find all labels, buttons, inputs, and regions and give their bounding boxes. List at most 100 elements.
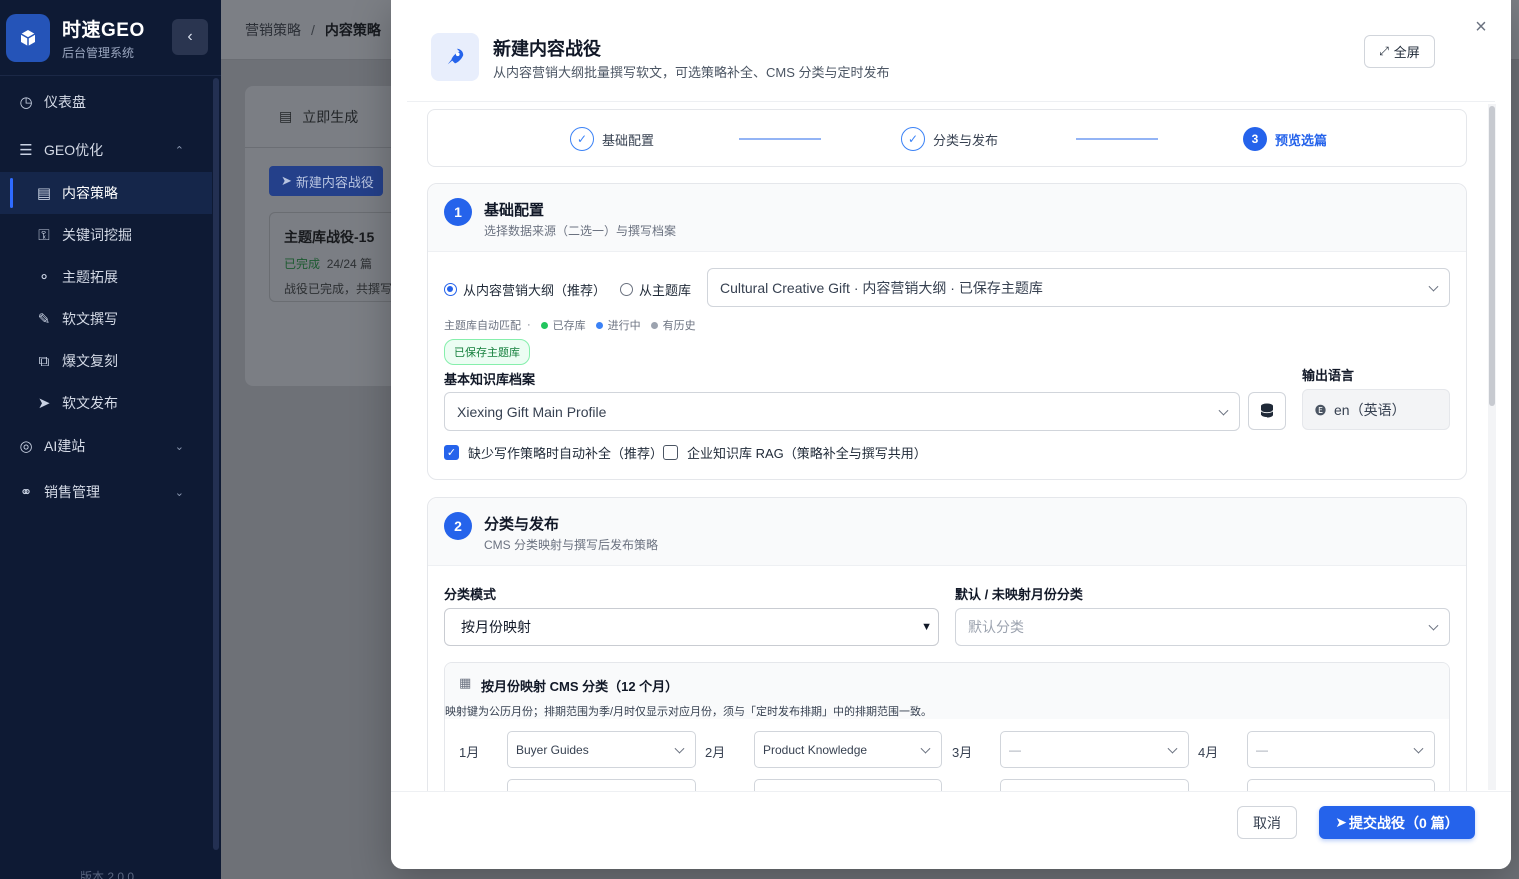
- month-category-select[interactable]: [754, 779, 942, 791]
- sidebar-item-content-strategy[interactable]: ▤ 内容策略: [0, 172, 212, 214]
- breadcrumb-separator: /: [311, 21, 315, 38]
- checkbox-label: 企业知识库 RAG（策略补全与撰写共用）: [687, 446, 927, 461]
- month-category-select[interactable]: —: [1000, 731, 1189, 768]
- legend-item: 已存库: [552, 320, 586, 332]
- new-campaign-button[interactable]: ➤ 新建内容战役: [269, 166, 383, 196]
- sidebar-item-geo[interactable]: ☰ GEO优化 ⌃: [0, 128, 212, 172]
- step-label: 分类与发布: [933, 132, 999, 148]
- legend-item: 有历史: [662, 320, 696, 332]
- checkbox[interactable]: ✓: [444, 445, 459, 460]
- month-category-select[interactable]: Product Knowledge: [754, 731, 942, 768]
- check-auto-complete[interactable]: ✓ 缺少写作策略时自动补全（推荐）: [444, 443, 663, 462]
- sidebar-item-writing[interactable]: ✎ 软文撰写: [0, 298, 212, 340]
- sidebar-item-keywords[interactable]: ⚿ 关键词挖掘: [0, 214, 212, 256]
- month-mapping-desc: 映射键为公历月份；排期范围为季/月时仅显示对应月份，须与「定时发布排期」中的排期…: [445, 706, 933, 718]
- kb-select[interactable]: Xiexing Gift Main Profile: [444, 392, 1240, 431]
- button-label: 提交战役（0 篇）: [1349, 814, 1459, 831]
- chevron-down-icon: ⌄: [174, 440, 184, 453]
- section-subtitle: 选择数据来源（二选一）与撰写档案: [484, 224, 677, 238]
- radio-topic[interactable]: 从主题库: [620, 280, 691, 299]
- section-number: 1: [444, 198, 472, 226]
- submit-campaign-button[interactable]: ➤ 提交战役（0 篇）: [1319, 806, 1475, 839]
- step-connector: [1076, 138, 1158, 140]
- step-number: 3: [1243, 127, 1267, 151]
- send-icon: ➤: [1335, 814, 1348, 830]
- legend-item: 进行中: [607, 320, 641, 332]
- radio-button[interactable]: [444, 283, 457, 296]
- step-category[interactable]: ✓ 分类与发布: [901, 127, 998, 151]
- step-basic[interactable]: ✓ 基础配置: [570, 127, 654, 151]
- sidebar-item-sales[interactable]: ⚭ 销售管理 ⌄: [0, 470, 212, 514]
- month-label: 4月: [1198, 745, 1219, 760]
- brand-name: 时速GEO: [62, 19, 145, 41]
- output-language: 🅔 en（英语）: [1302, 389, 1450, 430]
- key-icon: ⚿: [38, 226, 50, 244]
- button-label: 新建内容战役: [295, 174, 374, 190]
- sidebar-item-topics[interactable]: ⚬ 主题拓展: [0, 256, 212, 298]
- campaign-desc: 战役已完成，共撰写: [284, 282, 393, 296]
- month-category-select[interactable]: [1000, 779, 1189, 791]
- campaign-count: 24/24 篇: [326, 257, 373, 271]
- section-basic-config: 1 基础配置 选择数据来源（二选一）与撰写档案 从内容营销大纲（推荐） 从主题库…: [427, 183, 1467, 480]
- sidebar-item-dashboard[interactable]: ◷ 仪表盘: [0, 80, 212, 124]
- sidebar-menu: ◷ 仪表盘 ☰ GEO优化 ⌃ ▤ 内容策略 ⚿ 关键词挖掘 ⚬ 主题拓展 ✎ …: [0, 80, 212, 514]
- sidebar-item-ai-site[interactable]: ◎ AI建站 ⌄: [0, 424, 212, 468]
- chevron-down-icon: [1428, 620, 1439, 631]
- cancel-button[interactable]: 取消: [1237, 806, 1297, 839]
- fullscreen-button[interactable]: ⤢ 全屏: [1364, 35, 1435, 68]
- tab-generate[interactable]: ▤ 立即生成: [245, 86, 415, 148]
- section-title: 分类与发布: [484, 516, 560, 533]
- month-category-select[interactable]: [507, 779, 696, 791]
- step-label: 预览选篇: [1275, 132, 1328, 148]
- chevron-left-icon: ‹: [187, 28, 193, 45]
- radio-button[interactable]: [620, 283, 633, 296]
- month-category-select[interactable]: [1247, 779, 1435, 791]
- match-legend: 主题库自动匹配 · 已存库 进行中 有历史: [444, 317, 696, 333]
- sidebar-item-replicate[interactable]: ⧉ 爆文复刻: [0, 340, 212, 382]
- collapse-sidebar-button[interactable]: ‹: [172, 19, 208, 55]
- sidebar-item-label: 软文撰写: [62, 311, 118, 327]
- sidebar-item-label: 销售管理: [44, 484, 100, 500]
- section-subtitle: CMS 分类映射与撰写后发布策略: [484, 538, 659, 552]
- section-header: 2 分类与发布 CMS 分类映射与撰写后发布策略: [428, 498, 1466, 566]
- close-icon[interactable]: ×: [1471, 17, 1491, 37]
- translate-icon: 🅔: [1315, 404, 1326, 417]
- database-button[interactable]: [1248, 392, 1286, 430]
- lightbulb-icon: ⚬: [37, 269, 51, 286]
- default-category-select[interactable]: 默认分类: [955, 608, 1450, 646]
- chevron-down-icon: [1428, 281, 1439, 292]
- select-value: Buyer Guides: [516, 742, 589, 757]
- breadcrumb-parent[interactable]: 营销策略: [245, 20, 301, 40]
- month-category-select[interactable]: Buyer Guides: [507, 731, 696, 768]
- brand-subtitle: 后台管理系统: [62, 45, 135, 60]
- chevron-down-icon: [1218, 405, 1229, 416]
- modal-title: 新建内容战役: [493, 39, 601, 59]
- dashboard-icon: ◷: [19, 94, 33, 111]
- copy-icon: ⧉: [38, 352, 50, 370]
- version-text: 版本 2.0.0: [80, 870, 135, 879]
- language-value: en（英语）: [1334, 401, 1406, 418]
- source-select[interactable]: Cultural Creative Gift · 内容营销大纲 · 已保存主题库: [707, 268, 1450, 307]
- modal-header: 新建内容战役 从内容营销大纲批量撰写软文，可选策略补全、CMS 分类与定时发布 …: [391, 0, 1511, 101]
- month-category-select[interactable]: —: [1247, 731, 1435, 768]
- modal-scrollbar[interactable]: [1489, 106, 1495, 406]
- step-preview[interactable]: 3 预览选篇: [1243, 127, 1327, 151]
- sidebar-scrollbar[interactable]: [213, 78, 219, 850]
- select-value: 按月份映射: [461, 619, 531, 635]
- modal-footer: 取消 ➤ 提交战役（0 篇）: [391, 791, 1511, 869]
- pen-icon: ✎: [37, 311, 51, 328]
- chart-bars-icon: ☰: [19, 142, 33, 159]
- sidebar-item-publish[interactable]: ➤ 软文发布: [0, 382, 212, 424]
- radio-outline[interactable]: 从内容营销大纲（推荐）: [444, 280, 606, 299]
- chevron-down-icon: [1167, 743, 1178, 754]
- month-mapping-header: ▦ 按月份映射 CMS 分类（12 个月） 映射键为公历月份；排期范围为季/月时…: [445, 663, 1449, 719]
- category-mode-select[interactable]: 按月份映射 ▼: [444, 608, 939, 646]
- database-icon: [1260, 403, 1274, 418]
- checkbox[interactable]: [663, 445, 678, 460]
- chevron-down-icon: [674, 743, 685, 754]
- sidebar-item-label: 关键词挖掘: [62, 227, 132, 243]
- check-rag[interactable]: 企业知识库 RAG（策略补全与撰写共用）: [663, 443, 927, 462]
- sidebar-item-label: GEO优化: [44, 142, 104, 158]
- step-label: 基础配置: [602, 132, 655, 148]
- gray-dot-icon: [650, 321, 658, 329]
